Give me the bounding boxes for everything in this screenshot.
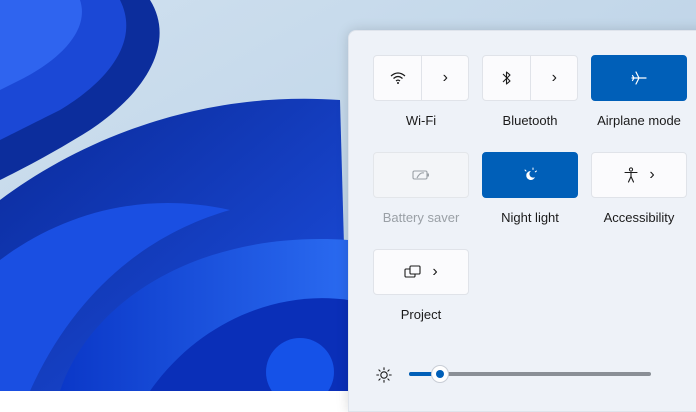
airplane-mode-label: Airplane mode: [597, 113, 681, 128]
chevron-right-icon: ›: [551, 69, 557, 86]
quick-settings-panel: › Wi-Fi › Bluetooth Airplane mode Batter…: [348, 30, 696, 412]
wifi-icon: [390, 72, 406, 84]
project-label: Project: [400, 307, 442, 322]
bluetooth-icon: [502, 71, 511, 85]
night-light-label: Night light: [501, 210, 559, 225]
wifi-tile: ›: [373, 55, 469, 101]
accessibility-icon: [624, 167, 638, 183]
night-light-button[interactable]: [482, 152, 578, 198]
accessibility-label: Accessibility: [603, 210, 675, 225]
project-icon: [404, 265, 421, 278]
chevron-right-icon: ›: [432, 263, 438, 280]
bluetooth-tile: ›: [482, 55, 578, 101]
wifi-label: Wi-Fi: [405, 113, 437, 128]
brightness-row: [349, 363, 696, 387]
battery-saver-button[interactable]: [373, 152, 469, 198]
brightness-slider-thumb[interactable]: [432, 366, 449, 382]
bluetooth-toggle-button[interactable]: [483, 56, 532, 100]
project-button[interactable]: ›: [373, 249, 469, 295]
night-light-icon: [524, 167, 537, 180]
battery-saver-label: Battery saver: [382, 210, 460, 225]
accessibility-button[interactable]: ›: [591, 152, 687, 198]
chevron-right-icon: ›: [649, 166, 655, 183]
wifi-expand-button[interactable]: ›: [422, 56, 468, 100]
bluetooth-expand-button[interactable]: ›: [531, 56, 577, 100]
chevron-right-icon: ›: [442, 69, 448, 86]
wifi-toggle-button[interactable]: [374, 56, 423, 100]
airplane-mode-button[interactable]: [591, 55, 687, 101]
brightness-icon: [376, 367, 392, 383]
battery-saver-icon: [412, 170, 429, 180]
bluetooth-label: Bluetooth: [502, 113, 558, 128]
airplane-icon: [631, 71, 647, 85]
